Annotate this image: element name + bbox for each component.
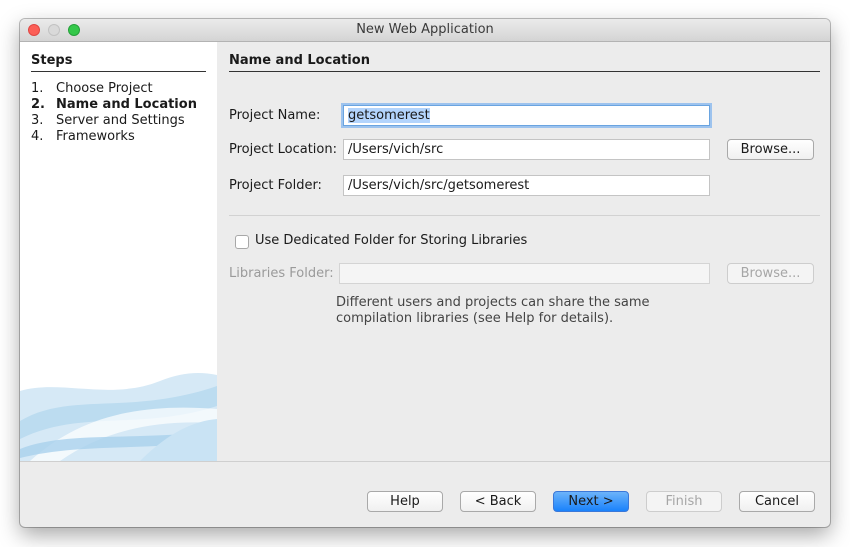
back-button[interactable]: < Back (460, 491, 536, 512)
finish-button[interactable]: Finish (646, 491, 722, 512)
section-title: Name and Location (229, 53, 370, 68)
netbeans-swoosh-graphic (20, 373, 217, 461)
steps-panel: Steps 1. Choose Project 2. Name and Locati… (20, 42, 217, 461)
steps-title: Steps (31, 53, 73, 68)
libraries-folder-label: Libraries Folder: (229, 266, 334, 281)
dedicated-folder-checkbox[interactable] (235, 235, 249, 249)
project-location-field[interactable]: /Users/vich/src (343, 139, 710, 160)
step-server-and-settings: 3. Server and Settings (31, 113, 185, 128)
steps-divider (31, 71, 206, 72)
project-name-label: Project Name: (229, 108, 321, 123)
libraries-folder-field[interactable] (339, 263, 710, 284)
window-title: New Web Application (356, 22, 494, 37)
section-separator (229, 215, 820, 216)
browse-libraries-button[interactable]: Browse... (727, 263, 814, 284)
title-bar: New Web Application (20, 19, 830, 42)
section-divider (229, 71, 820, 72)
browse-location-button[interactable]: Browse... (727, 139, 814, 160)
project-folder-label: Project Folder: (229, 178, 322, 193)
step-choose-project: 1. Choose Project (31, 81, 153, 96)
dedicated-folder-label[interactable]: Use Dedicated Folder for Storing Librari… (255, 233, 527, 248)
step-name-and-location: 2. Name and Location (31, 97, 197, 112)
button-bar-divider (20, 461, 830, 462)
project-location-label: Project Location: (229, 142, 337, 157)
libraries-help-note: Different users and projects can share t… (336, 295, 650, 326)
cancel-button[interactable]: Cancel (739, 491, 815, 512)
next-button[interactable]: Next > (553, 491, 629, 512)
project-folder-field[interactable]: /Users/vich/src/getsomerest (343, 175, 710, 196)
help-button[interactable]: Help (367, 491, 443, 512)
new-web-application-dialog: New Web Application Steps 1. Choose Proje… (20, 19, 830, 527)
project-name-field[interactable]: getsomerest (343, 105, 710, 126)
step-frameworks: 4. Frameworks (31, 129, 135, 144)
main-panel: Name and Location Project Name: getsomer… (217, 42, 830, 461)
steps-list: 1. Choose Project 2. Name and Location 3. S… (31, 81, 197, 145)
